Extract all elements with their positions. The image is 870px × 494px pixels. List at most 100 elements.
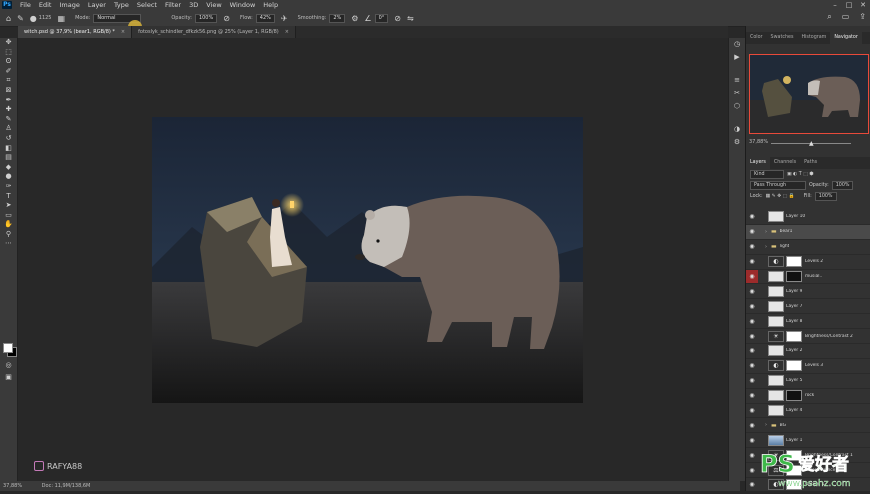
layer-thumbnail[interactable]: [768, 211, 784, 223]
visibility-eye-icon[interactable]: ◉: [746, 333, 758, 340]
tab-fotoslyk-png[interactable]: fotoslyk_schindler_dfkzk56.png @ 25% (La…: [132, 26, 296, 38]
actions-panel-icon[interactable]: ▶: [729, 51, 745, 64]
pressure-opacity-icon[interactable]: ⊘: [223, 14, 230, 23]
flow-field[interactable]: 42%: [255, 13, 275, 23]
move-tool-icon[interactable]: ✥: [0, 38, 17, 48]
visibility-eye-icon[interactable]: ◉: [746, 452, 758, 459]
tab-histogram[interactable]: Histogram: [797, 32, 830, 44]
layer-thumbnail[interactable]: [768, 315, 784, 327]
visibility-eye-icon[interactable]: ◉: [746, 288, 758, 295]
layer-opacity-field[interactable]: 100%: [831, 181, 854, 190]
tab-swatches[interactable]: Swatches: [767, 32, 798, 44]
crop-tool-icon[interactable]: ⌗: [0, 76, 17, 86]
foreground-color-swatch[interactable]: [3, 343, 13, 353]
frame-tool-icon[interactable]: ⊠: [0, 86, 17, 96]
layer-row[interactable]: ◉ ☀ Brightness/Contrast 2: [746, 329, 870, 345]
quick-select-tool-icon[interactable]: ✐: [0, 67, 17, 77]
adjustments-panel-icon[interactable]: ✂: [729, 87, 745, 100]
history-brush-tool-icon[interactable]: ↺: [0, 134, 17, 144]
visibility-eye-icon[interactable]: ◉: [746, 467, 758, 474]
dodge-tool-icon[interactable]: ●: [0, 172, 17, 182]
pen-tool-icon[interactable]: ✑: [0, 182, 17, 192]
filter-icons[interactable]: ▣ ◐ T ⬚ ⬢: [787, 172, 813, 177]
visibility-eye-icon[interactable]: ◉: [746, 347, 758, 354]
type-tool-icon[interactable]: T: [0, 192, 17, 202]
close-button[interactable]: ✕: [856, 0, 870, 10]
layer-thumbnail[interactable]: [768, 285, 784, 297]
tab-witch-psd[interactable]: witch.psd @ 37,9% (bear1, RGB/8) * ×: [18, 26, 133, 38]
blend-mode-select[interactable]: Pass Through: [750, 181, 806, 190]
tab-layers[interactable]: Layers: [746, 157, 770, 169]
visibility-eye-icon[interactable]: ◉: [746, 362, 758, 369]
layer-row[interactable]: ◉ Layer 8: [746, 314, 870, 330]
menu-layer[interactable]: Layer: [84, 1, 110, 9]
layer-row[interactable]: ◉ Layer 5: [746, 374, 870, 389]
healing-tool-icon[interactable]: ✚: [0, 105, 17, 115]
more-tools-icon[interactable]: ⋯: [0, 239, 17, 249]
visibility-eye-icon[interactable]: ◉: [746, 303, 758, 310]
menu-edit[interactable]: Edit: [35, 1, 56, 9]
shape-tool-icon[interactable]: ▭: [0, 211, 17, 221]
layer-fill-field[interactable]: 100%: [814, 192, 837, 201]
menu-3d[interactable]: 3D: [185, 1, 202, 9]
quick-mask-icon[interactable]: ◎: [0, 361, 17, 371]
menu-view[interactable]: View: [202, 1, 225, 9]
gradient-tool-icon[interactable]: ▤: [0, 153, 17, 163]
layer-row[interactable]: ◉ ◐ Levels 2: [746, 255, 870, 270]
brush-preset-picker[interactable]: ● 1125: [30, 14, 52, 23]
visibility-eye-icon[interactable]: ◉: [746, 437, 758, 444]
workspace-icon[interactable]: ▭: [842, 12, 850, 22]
visibility-eye-icon[interactable]: ◉: [746, 213, 758, 220]
pressure-size-icon[interactable]: ⊘: [394, 14, 401, 23]
layer-row[interactable]: ◉ › ▬ BG: [746, 418, 870, 434]
path-select-tool-icon[interactable]: ➤: [0, 201, 17, 211]
styles-panel-icon[interactable]: ⚙: [729, 136, 745, 149]
visibility-eye-icon[interactable]: ◉: [746, 422, 758, 429]
menu-file[interactable]: File: [16, 1, 35, 9]
visibility-eye-icon[interactable]: ◉: [746, 318, 758, 325]
gear-icon[interactable]: ⚙: [351, 14, 358, 23]
visibility-eye-icon[interactable]: ◉: [746, 377, 758, 384]
zoom-tool-icon[interactable]: ⚲: [0, 230, 17, 240]
layer-row[interactable]: ◉ › ▬ bear1: [746, 224, 870, 240]
layer-thumbnail[interactable]: [768, 345, 784, 357]
visibility-eye-icon[interactable]: ◉: [746, 243, 758, 250]
menu-help[interactable]: Help: [259, 1, 282, 9]
visibility-eye-icon[interactable]: ◉: [746, 407, 758, 414]
visibility-eye-icon[interactable]: ◉: [746, 481, 758, 488]
brush-tool-icon[interactable]: ✎: [0, 115, 17, 125]
tab-paths[interactable]: Paths: [800, 157, 821, 169]
layer-row[interactable]: ◉ Layer 4: [746, 404, 870, 419]
expand-chevron-icon[interactable]: ›: [765, 229, 767, 235]
properties-panel-icon[interactable]: ≡: [729, 74, 745, 87]
tab-color[interactable]: Color: [746, 32, 767, 44]
layer-mask-thumbnail[interactable]: [786, 271, 802, 282]
layer-mask-thumbnail[interactable]: [786, 390, 802, 402]
layer-row[interactable]: ◉ ◐ Levels 3: [746, 359, 870, 374]
eraser-tool-icon[interactable]: ◧: [0, 144, 17, 154]
status-zoom[interactable]: 37,88%: [3, 483, 22, 489]
tab-navigator[interactable]: Navigator: [830, 32, 862, 44]
layer-thumbnail[interactable]: [768, 390, 784, 402]
screen-mode-icon[interactable]: ▣: [0, 373, 17, 383]
hand-tool-icon[interactable]: ✋: [0, 220, 17, 230]
tab-channels[interactable]: Channels: [770, 157, 800, 169]
layer-row[interactable]: ◉ Layer 9: [746, 284, 870, 300]
layer-thumbnail[interactable]: [768, 405, 784, 417]
navigator-zoom-value[interactable]: 37,88%: [749, 139, 768, 145]
layer-row[interactable]: ◉ Layer 7: [746, 299, 870, 315]
brush-tool-icon[interactable]: ✎: [17, 14, 24, 23]
menu-window[interactable]: Window: [226, 1, 260, 9]
share-icon[interactable]: ⇪: [859, 12, 866, 22]
layer-mask-thumbnail[interactable]: [786, 330, 802, 342]
layer-kind-filter[interactable]: Kind: [750, 170, 784, 179]
lock-icons[interactable]: ▦ ✎ ✥ ⬚ 🔒: [766, 194, 795, 199]
navigator-preview[interactable]: [749, 54, 869, 134]
layer-row[interactable]: ◉ musial..: [746, 269, 870, 285]
close-tab-icon[interactable]: ×: [121, 29, 125, 35]
lasso-tool-icon[interactable]: ʘ: [0, 57, 17, 67]
symmetry-icon[interactable]: ⇋: [407, 14, 414, 23]
menu-type[interactable]: Type: [110, 1, 133, 9]
search-icon[interactable]: ⌕: [827, 12, 831, 22]
maximize-button[interactable]: □: [842, 0, 856, 10]
